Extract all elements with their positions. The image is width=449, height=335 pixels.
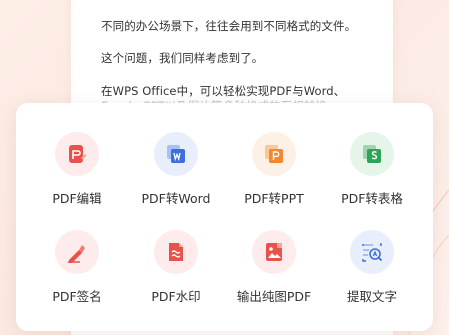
tool-label: 输出纯图PDF [236, 289, 312, 304]
pdf-tools-panel: PDF编辑 PDF转Word PDF转PPT PDF转表格 PDF签名 PDF水… [16, 103, 433, 331]
extract-text-icon [350, 230, 394, 274]
document-line: 不同的办公场景下，往往会用到不同格式的文件。 [101, 19, 357, 33]
document-line: 这个问题，我们同样考虑到了。 [101, 51, 264, 65]
pdf-sign-icon [55, 230, 99, 274]
pdf-watermark-icon [154, 230, 198, 274]
tool-label: PDF转Word [141, 191, 211, 206]
pdf-to-ppt-icon [252, 132, 296, 176]
tool-pdf-to-word[interactable]: PDF转Word [126, 132, 226, 222]
tool-label: 提取文字 [346, 289, 397, 304]
tool-pdf-to-excel[interactable]: PDF转表格 [322, 132, 422, 222]
tool-label: PDF水印 [151, 289, 201, 304]
export-image-pdf-icon [252, 230, 296, 274]
tool-pdf-to-ppt[interactable]: PDF转PPT [224, 132, 324, 222]
pdf-to-word-icon [154, 132, 198, 176]
pdf-edit-icon [55, 132, 99, 176]
tool-extract-text[interactable]: 提取文字 [322, 230, 422, 320]
tool-pdf-edit[interactable]: PDF编辑 [27, 132, 127, 222]
tool-label: PDF编辑 [52, 191, 102, 206]
tool-pdf-sign[interactable]: PDF签名 [27, 230, 127, 320]
tool-pdf-watermark[interactable]: PDF水印 [126, 230, 226, 320]
tool-label: PDF转表格 [341, 191, 403, 206]
pdf-to-excel-icon [350, 132, 394, 176]
document-line: 在WPS Office中，可以轻松实现PDF与Word、 [101, 84, 346, 98]
tool-label: PDF转PPT [244, 191, 304, 206]
tool-label: PDF签名 [52, 289, 102, 304]
tool-export-image-pdf[interactable]: 输出纯图PDF [224, 230, 324, 320]
